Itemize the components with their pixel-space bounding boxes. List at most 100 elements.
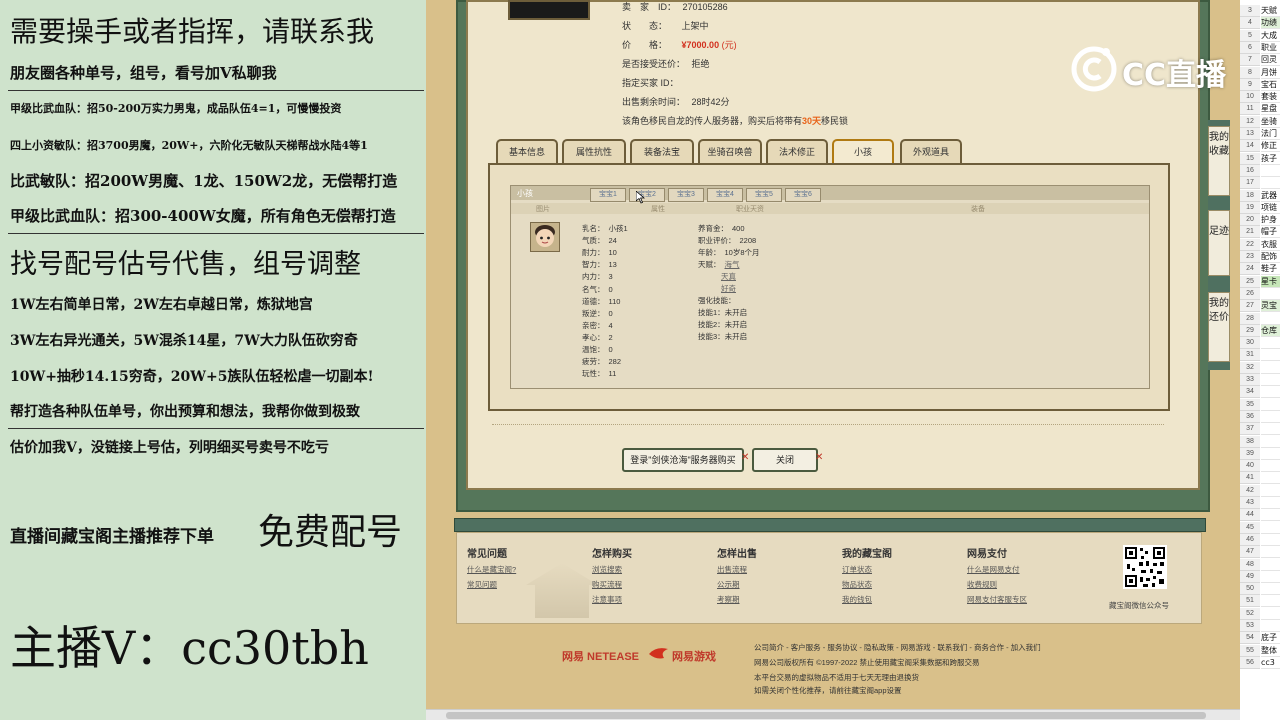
footer-link[interactable]: 物品状态	[842, 579, 872, 590]
sheet-cell[interactable]	[1261, 349, 1280, 362]
row-number[interactable]: 29	[1240, 324, 1260, 337]
footer-link[interactable]: 购买流程	[592, 579, 622, 590]
row-number[interactable]: 31	[1240, 349, 1260, 362]
sheet-cell[interactable]	[1261, 608, 1280, 620]
row-number[interactable]: 26	[1240, 287, 1260, 300]
sheet-cell[interactable]	[1261, 436, 1280, 448]
row-number[interactable]: 37	[1240, 423, 1260, 436]
footer-link[interactable]: 常见问题	[467, 579, 497, 590]
row-number[interactable]: 5	[1240, 29, 1260, 42]
footer-link[interactable]: 公示期	[717, 579, 740, 590]
row-number[interactable]: 7	[1240, 54, 1260, 67]
row-number[interactable]: 20	[1240, 214, 1260, 227]
sheet-cell[interactable]	[1261, 411, 1280, 423]
sheet-cell[interactable]	[1261, 472, 1280, 485]
sheet-cell[interactable]: cc3	[1261, 657, 1280, 669]
row-number[interactable]: 13	[1240, 128, 1260, 140]
row-number[interactable]: 33	[1240, 374, 1260, 386]
sheet-cell[interactable]	[1261, 595, 1280, 608]
sheet-cell[interactable]: 套装	[1261, 91, 1280, 104]
sheet-cell[interactable]	[1261, 337, 1280, 350]
subtab-child-5[interactable]: 宝宝5	[746, 188, 782, 202]
row-number[interactable]: 23	[1240, 251, 1260, 263]
sheet-cell[interactable]	[1261, 559, 1280, 571]
row-number[interactable]: 17	[1240, 177, 1260, 190]
sheet-cell[interactable]	[1261, 423, 1280, 436]
row-number[interactable]: 15	[1240, 152, 1260, 165]
footer-link[interactable]: 出售流程	[717, 564, 747, 575]
sheet-cell[interactable]: 星卡	[1261, 275, 1280, 288]
row-number[interactable]: 40	[1240, 460, 1260, 473]
row-number[interactable]: 30	[1240, 337, 1260, 350]
row-number[interactable]: 21	[1240, 226, 1260, 239]
row-number[interactable]: 11	[1240, 103, 1260, 116]
row-number[interactable]: 8	[1240, 66, 1260, 79]
sheet-cell[interactable]: 配饰	[1261, 251, 1280, 263]
sheet-cell[interactable]	[1261, 583, 1280, 596]
tab-child[interactable]: 小孩	[832, 139, 894, 163]
row-number[interactable]: 12	[1240, 115, 1260, 128]
row-number[interactable]: 28	[1240, 312, 1260, 325]
tab-basic-info[interactable]: 基本信息	[496, 139, 558, 163]
sheet-cell[interactable]: 项链	[1261, 202, 1280, 214]
row-number[interactable]: 54	[1240, 632, 1260, 645]
row-number[interactable]: 42	[1240, 484, 1260, 497]
footer-link[interactable]: 收费规则	[967, 579, 997, 590]
sheet-cell[interactable]: 回灵	[1261, 54, 1280, 67]
sheet-cell[interactable]	[1261, 534, 1280, 546]
tab-mounts[interactable]: 坐骑召唤兽	[698, 139, 762, 163]
row-number[interactable]: 16	[1240, 164, 1260, 177]
sheet-cell[interactable]	[1261, 448, 1280, 460]
row-number[interactable]: 55	[1240, 644, 1260, 657]
row-number[interactable]: 14	[1240, 140, 1260, 153]
sheet-cell[interactable]	[1261, 509, 1280, 522]
tab-appearance[interactable]: 外观道具	[900, 139, 962, 163]
footer-link[interactable]: 订单状态	[842, 564, 872, 575]
sheet-cell[interactable]: 衣服	[1261, 239, 1280, 251]
subtab-child-2[interactable]: 宝宝2	[629, 188, 665, 202]
sheet-cell[interactable]	[1261, 313, 1280, 325]
sheet-cell[interactable]: 宝石	[1261, 79, 1280, 91]
row-number[interactable]: 47	[1240, 546, 1260, 559]
sheet-cell[interactable]: 武器	[1261, 190, 1280, 202]
sheet-cell[interactable]: 月饼	[1261, 67, 1280, 79]
tab-equipment[interactable]: 装备法宝	[630, 139, 694, 163]
row-number[interactable]: 45	[1240, 521, 1260, 534]
subtab-child-1[interactable]: 宝宝1	[590, 188, 626, 202]
row-number[interactable]: 24	[1240, 263, 1260, 276]
sheet-cell[interactable]: 修正	[1261, 140, 1280, 153]
row-number[interactable]: 50	[1240, 583, 1260, 596]
sheet-cell[interactable]: 孩子	[1261, 153, 1280, 165]
row-number[interactable]: 18	[1240, 189, 1260, 202]
subtab-child-6[interactable]: 宝宝6	[785, 188, 821, 202]
row-number[interactable]: 56	[1240, 656, 1260, 669]
sidebar-favorites[interactable]: 我的收藏	[1208, 126, 1230, 196]
sheet-cell[interactable]	[1261, 362, 1280, 374]
sheet-cell[interactable]	[1261, 546, 1280, 559]
sheet-cell[interactable]: 天赋	[1261, 5, 1280, 17]
sheet-cell[interactable]: 法门	[1261, 128, 1280, 140]
tab-spells[interactable]: 法术修正	[766, 139, 828, 163]
footer-link[interactable]: 我的钱包	[842, 594, 872, 605]
sheet-cell[interactable]	[1261, 485, 1280, 497]
row-number[interactable]: 49	[1240, 570, 1260, 583]
row-number[interactable]: 48	[1240, 558, 1260, 571]
row-number[interactable]: 46	[1240, 533, 1260, 546]
tab-attributes[interactable]: 属性抗性	[562, 139, 626, 163]
sheet-cell[interactable]: 职业	[1261, 42, 1280, 54]
sheet-cell[interactable]	[1261, 177, 1280, 190]
footer-link[interactable]: 什么是网易支付	[967, 564, 1020, 575]
copyright-line-1[interactable]: 公司简介 - 客户服务 - 服务协议 - 隐私政策 - 网易游戏 - 联系我们 …	[754, 642, 1041, 653]
login-buy-button[interactable]: 登录"剑侠沧海"服务器购买	[622, 448, 744, 472]
row-number[interactable]: 51	[1240, 595, 1260, 608]
row-number[interactable]: 53	[1240, 620, 1260, 632]
footer-link[interactable]: 什么是藏宝阁?	[467, 564, 516, 575]
sheet-cell[interactable]	[1261, 460, 1280, 473]
sheet-cell[interactable]: 鞋子	[1261, 263, 1280, 276]
row-number[interactable]: 43	[1240, 497, 1260, 509]
sheet-cell[interactable]: 整体	[1261, 645, 1280, 657]
footer-link[interactable]: 注意事项	[592, 594, 622, 605]
footer-link[interactable]: 考察期	[717, 594, 740, 605]
sheet-cell[interactable]	[1261, 620, 1280, 632]
sheet-cell[interactable]: 帽子	[1261, 226, 1280, 239]
